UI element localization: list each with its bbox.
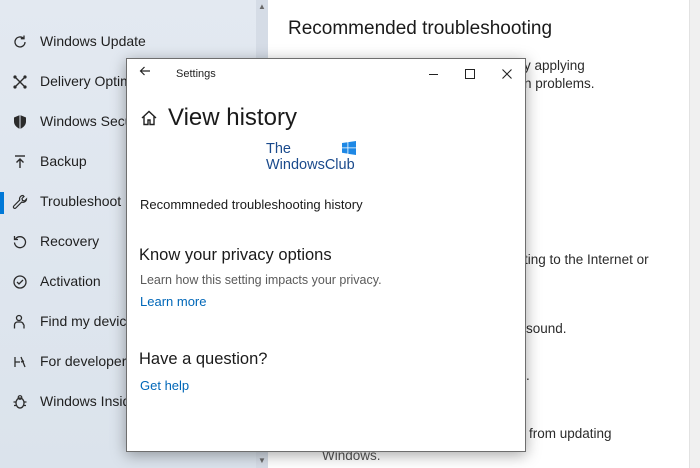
wrench-icon	[11, 193, 29, 211]
main-text-fragment: ting to the Internet or	[524, 252, 649, 267]
window-title: Settings	[176, 68, 216, 80]
sidebar-item-label: Delivery Optim	[40, 73, 132, 89]
privacy-description: Learn how this setting impacts your priv…	[140, 273, 382, 287]
backup-icon	[11, 153, 29, 171]
sidebar-item-label: Activation	[40, 273, 101, 289]
main-scrollbar[interactable]	[689, 0, 700, 468]
logo-text-line1: The	[266, 141, 291, 157]
developer-icon	[11, 353, 29, 371]
page-title: View history	[168, 104, 297, 131]
close-icon	[502, 69, 512, 79]
question-heading: Have a question?	[139, 350, 268, 368]
maximize-button[interactable]	[451, 59, 489, 89]
selection-indicator	[0, 192, 4, 214]
close-button[interactable]	[488, 59, 526, 89]
maximize-icon	[465, 69, 475, 79]
main-text-fragment: from updating	[529, 426, 612, 441]
home-icon[interactable]	[140, 109, 158, 127]
delivery-icon	[11, 73, 29, 91]
sync-icon	[11, 33, 29, 51]
learn-more-link[interactable]: Learn more	[140, 294, 206, 309]
insider-icon	[11, 393, 29, 411]
minimize-button[interactable]	[414, 59, 452, 89]
back-arrow-icon[interactable]	[139, 64, 151, 80]
title-bar: Settings	[127, 59, 525, 89]
scroll-up-icon[interactable]: ▲	[258, 2, 266, 11]
person-location-icon	[11, 313, 29, 331]
shield-icon	[11, 113, 29, 131]
sidebar-item-label: For developers	[40, 353, 134, 369]
privacy-heading: Know your privacy options	[139, 246, 332, 264]
scroll-down-icon[interactable]: ▼	[258, 456, 266, 465]
sidebar-item-label: Windows Insid	[40, 393, 131, 409]
recovery-icon	[11, 233, 29, 251]
sidebar-item-label: Recovery	[40, 233, 100, 249]
sidebar-item-label: Windows Secu	[40, 113, 133, 129]
sidebar-item-label: Windows Update	[40, 33, 146, 49]
sidebar-item-windows-update[interactable]: Windows Update	[0, 22, 268, 62]
recommended-troubleshooting-history-label: Recommneded troubleshooting history	[140, 197, 363, 212]
activation-icon	[11, 273, 29, 291]
main-text-fragment: n problems.	[524, 76, 595, 91]
sidebar-item-label: Backup	[40, 153, 87, 169]
main-text-fragment: sound.	[526, 321, 567, 336]
minimize-icon	[428, 73, 438, 75]
logo-text-line2: WindowsClub	[266, 157, 355, 173]
sidebar-item-label: Troubleshoot	[40, 193, 122, 209]
view-history-dialog: Settings View history The WindowsClub Re…	[126, 58, 526, 452]
main-text-fragment: y applying	[524, 58, 585, 73]
main-text-fragment: .	[526, 368, 530, 383]
page-title: Recommended troubleshooting	[288, 18, 553, 39]
windows-logo-icon	[342, 141, 356, 155]
sidebar-item-label: Find my device	[40, 313, 135, 329]
get-help-link[interactable]: Get help	[140, 378, 189, 393]
thewindowsclub-logo: The WindowsClub	[266, 141, 366, 175]
